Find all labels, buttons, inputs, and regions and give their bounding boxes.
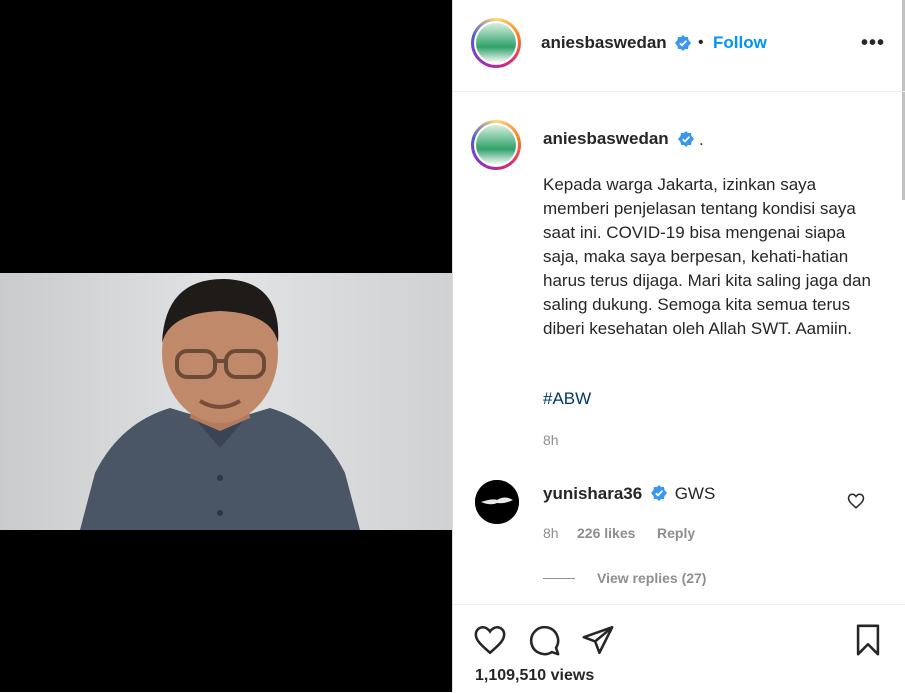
post-header: aniesbaswedan • Follow ••• [453, 0, 905, 92]
person-in-video [80, 278, 360, 530]
author-username[interactable]: aniesbaswedan [541, 33, 667, 53]
caption-trailing: . [699, 130, 704, 149]
verified-badge-icon [650, 485, 667, 501]
more-options-icon[interactable]: ••• [861, 32, 885, 55]
caption-author-avatar[interactable] [471, 120, 521, 170]
avatar-image [475, 480, 519, 524]
comment-text: GWS [674, 484, 716, 503]
view-replies-button[interactable]: View replies (27) [597, 570, 706, 586]
post-sidebar: aniesbaswedan • Follow ••• aniesbaswedan… [452, 0, 905, 692]
instagram-post-modal: aniesbaswedan • Follow ••• aniesbaswedan… [0, 0, 905, 692]
comment-bubble-icon[interactable] [527, 623, 561, 657]
caption-timestamp: 8h [543, 432, 559, 448]
comment-body: yunishara36 GWS [543, 484, 715, 504]
hashtag-link[interactable]: #ABW [543, 389, 591, 409]
save-bookmark-icon[interactable] [851, 623, 885, 657]
avatar-image [476, 23, 516, 63]
verified-badge-icon [675, 35, 691, 51]
commenter-avatar[interactable] [475, 480, 519, 524]
media-pane [0, 0, 452, 692]
commenter-username[interactable]: yunishara36 [543, 484, 642, 503]
avatar-border [474, 21, 518, 65]
caption-text: Kepada warga Jakarta, izinkan saya membe… [543, 175, 871, 338]
view-count[interactable]: 1,109,510 views [475, 667, 594, 685]
comment-timestamp: 8h [543, 525, 559, 541]
comment-likes[interactable]: 226 likes [577, 525, 635, 541]
follow-button[interactable]: Follow [713, 33, 767, 53]
avatar-image [476, 125, 516, 165]
caption-username[interactable]: aniesbaswedan [543, 129, 669, 149]
avatar-border [474, 123, 518, 167]
like-heart-icon[interactable] [473, 623, 507, 657]
reply-button[interactable]: Reply [657, 525, 695, 541]
post-video[interactable] [0, 273, 452, 530]
share-paper-plane-icon[interactable] [581, 623, 615, 657]
verified-badge-icon [678, 131, 694, 147]
replies-divider [543, 578, 575, 579]
comment-like-heart-icon[interactable] [847, 492, 865, 510]
separator-dot: • [698, 34, 704, 51]
author-avatar[interactable] [471, 18, 521, 68]
